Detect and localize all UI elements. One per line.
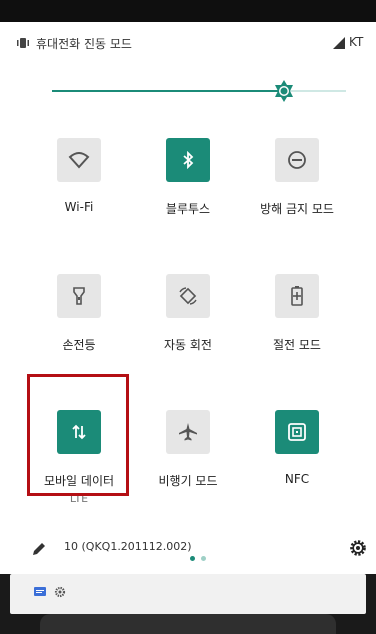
tile-flashlight-toggle[interactable]	[57, 274, 101, 318]
notification-shelf	[10, 574, 366, 614]
carrier-name: KT	[349, 35, 364, 49]
top-bar	[0, 0, 376, 22]
tile-wifi-label: Wi-Fi	[64, 200, 94, 214]
brightness-knob-icon[interactable]	[273, 80, 295, 102]
do-not-disturb-icon	[288, 151, 306, 169]
tile-dnd-label: 방해 금지 모드	[260, 202, 334, 216]
message-icon	[34, 587, 46, 596]
tile-bluetooth-label: 블루투스	[165, 202, 211, 216]
tile-auto-rotate[interactable]: 자동 회전	[133, 274, 243, 384]
tile-bluetooth[interactable]: 블루투스	[133, 138, 243, 248]
tile-airplane[interactable]: 비행기 모드	[133, 410, 243, 520]
brightness-fill	[52, 90, 284, 92]
tile-wifi[interactable]: Wi-Fi	[24, 138, 134, 248]
airplane-icon	[179, 423, 197, 441]
tile-flashlight[interactable]: 손전등	[24, 274, 134, 384]
home-dock	[40, 614, 336, 634]
vibrate-mode-text: 휴대전화 진동 모드	[36, 37, 132, 51]
tile-battery-saver[interactable]: 절전 모드	[242, 274, 352, 384]
page-indicator	[190, 546, 212, 565]
tile-battery-saver-label: 절전 모드	[273, 338, 321, 352]
page-dot-2	[201, 556, 206, 561]
tile-nfc[interactable]: NFC	[242, 410, 352, 520]
tile-do-not-disturb[interactable]: 방해 금지 모드	[242, 138, 352, 248]
nfc-icon	[288, 423, 306, 441]
flashlight-icon	[73, 287, 85, 305]
battery-saver-icon	[291, 286, 303, 306]
tile-flashlight-label: 손전등	[62, 338, 96, 352]
gear-icon	[54, 586, 66, 598]
page-dot-1	[190, 556, 195, 561]
brightness-slider[interactable]	[52, 80, 346, 102]
bluetooth-icon	[183, 151, 194, 169]
vibrate-icon	[17, 38, 29, 48]
tile-wifi-toggle[interactable]	[57, 138, 101, 182]
tile-auto-rotate-label: 자동 회전	[164, 338, 212, 352]
auto-rotate-icon	[179, 287, 197, 305]
tile-bluetooth-toggle[interactable]	[166, 138, 210, 182]
tile-battery-saver-toggle[interactable]	[275, 274, 319, 318]
tile-dnd-toggle[interactable]	[275, 138, 319, 182]
settings-icon[interactable]	[348, 538, 368, 558]
edit-icon[interactable]	[30, 540, 48, 558]
tile-airplane-label: 비행기 모드	[158, 474, 218, 488]
tile-airplane-toggle[interactable]	[166, 410, 210, 454]
tile-nfc-label: NFC	[284, 472, 310, 486]
tile-auto-rotate-toggle[interactable]	[166, 274, 210, 318]
tile-nfc-toggle[interactable]	[275, 410, 319, 454]
wifi-icon	[68, 152, 90, 169]
mobile-data-highlight	[27, 374, 129, 496]
status-row: 휴대전화 진동 모드 KT	[0, 22, 376, 66]
build-number: 10 (QKQ1.201112.002)	[64, 540, 192, 553]
signal-icon	[333, 37, 345, 49]
